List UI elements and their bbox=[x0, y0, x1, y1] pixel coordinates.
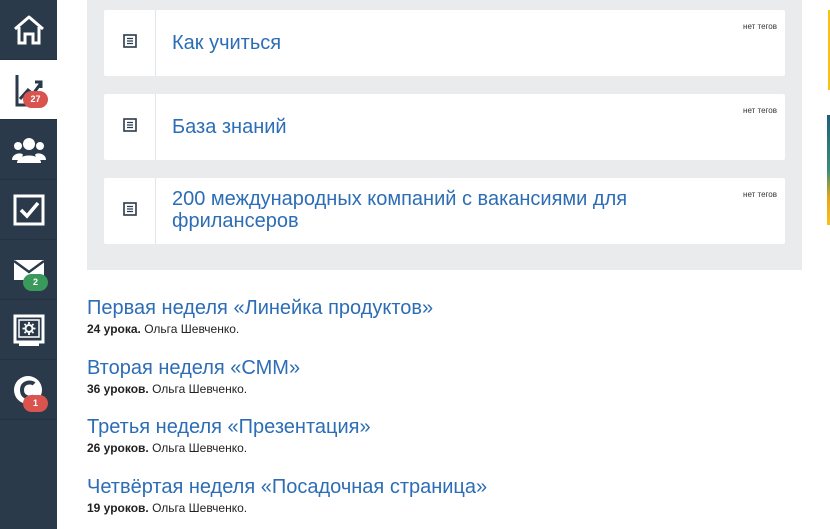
nav-messages[interactable]: 2 bbox=[0, 240, 57, 300]
course-item: Четвёртая неделя «Посадочная страница» 1… bbox=[87, 475, 787, 516]
course-lessons: 19 уроков. bbox=[87, 501, 149, 515]
card-title[interactable]: Как учиться bbox=[172, 32, 652, 54]
course-meta: 19 уроков. Ольга Шевченко. bbox=[87, 501, 787, 516]
course-meta: 26 уроков. Ольга Шевченко. bbox=[87, 441, 787, 456]
sidebar: 27 2 1 bbox=[0, 0, 57, 529]
course-item: Третья неделя «Презентация» 26 уроков. О… bbox=[87, 415, 787, 456]
course-author: Ольга Шевченко. bbox=[152, 501, 248, 515]
nav-copyright[interactable]: 1 bbox=[0, 360, 57, 420]
course-lessons: 36 уроков. bbox=[87, 382, 149, 396]
course-meta: 36 уроков. Ольга Шевченко. bbox=[87, 382, 787, 397]
card-tags: нет тегов bbox=[743, 190, 777, 199]
course-item: Вторая неделя «СММ» 36 уроков. Ольга Шев… bbox=[87, 356, 787, 397]
document-icon bbox=[122, 201, 137, 221]
nav-settings[interactable] bbox=[0, 300, 57, 360]
nav-tasks[interactable] bbox=[0, 180, 57, 240]
nav-activity[interactable]: 27 bbox=[0, 60, 57, 120]
material-card[interactable]: 200 международных компаний с вакансиями … bbox=[104, 178, 785, 244]
card-tags: нет тегов bbox=[743, 106, 777, 115]
card-icon-column bbox=[104, 10, 156, 76]
course-author: Ольга Шевченко. bbox=[152, 441, 248, 455]
card-icon-column bbox=[104, 94, 156, 160]
copyright-badge: 1 bbox=[23, 395, 48, 412]
settings-monitor-icon bbox=[13, 313, 45, 347]
course-title-link[interactable]: Четвёртая неделя «Посадочная страница» bbox=[87, 475, 787, 499]
document-icon bbox=[122, 33, 137, 53]
card-title[interactable]: База знаний bbox=[172, 116, 652, 138]
messages-badge: 2 bbox=[23, 274, 48, 291]
document-icon bbox=[122, 117, 137, 137]
material-card[interactable]: Как учиться нет тегов bbox=[104, 10, 785, 76]
course-lessons: 26 уроков. bbox=[87, 441, 149, 455]
card-tags: нет тегов bbox=[743, 22, 777, 31]
checkbox-icon bbox=[13, 194, 45, 226]
course-lessons: 24 урока. bbox=[87, 322, 141, 336]
material-card[interactable]: База знаний нет тегов bbox=[104, 94, 785, 160]
materials-panel: Как учиться нет тегов База знаний нет те… bbox=[87, 0, 802, 270]
course-title-link[interactable]: Третья неделя «Презентация» bbox=[87, 415, 787, 439]
nav-users[interactable] bbox=[0, 120, 57, 180]
course-meta: 24 урока. Ольга Шевченко. bbox=[87, 322, 787, 337]
card-icon-column bbox=[104, 178, 156, 244]
course-title-link[interactable]: Первая неделя «Линейка продуктов» bbox=[87, 296, 787, 320]
course-title-link[interactable]: Вторая неделя «СММ» bbox=[87, 356, 787, 380]
home-icon bbox=[12, 13, 46, 47]
course-author: Ольга Шевченко. bbox=[144, 322, 240, 336]
activity-badge: 27 bbox=[23, 91, 48, 108]
nav-home[interactable] bbox=[0, 0, 57, 60]
card-title[interactable]: 200 международных компаний с вакансиями … bbox=[172, 188, 652, 232]
users-icon bbox=[11, 135, 46, 165]
course-item: Первая неделя «Линейка продуктов» 24 уро… bbox=[87, 296, 787, 337]
course-author: Ольга Шевченко. bbox=[152, 382, 248, 396]
